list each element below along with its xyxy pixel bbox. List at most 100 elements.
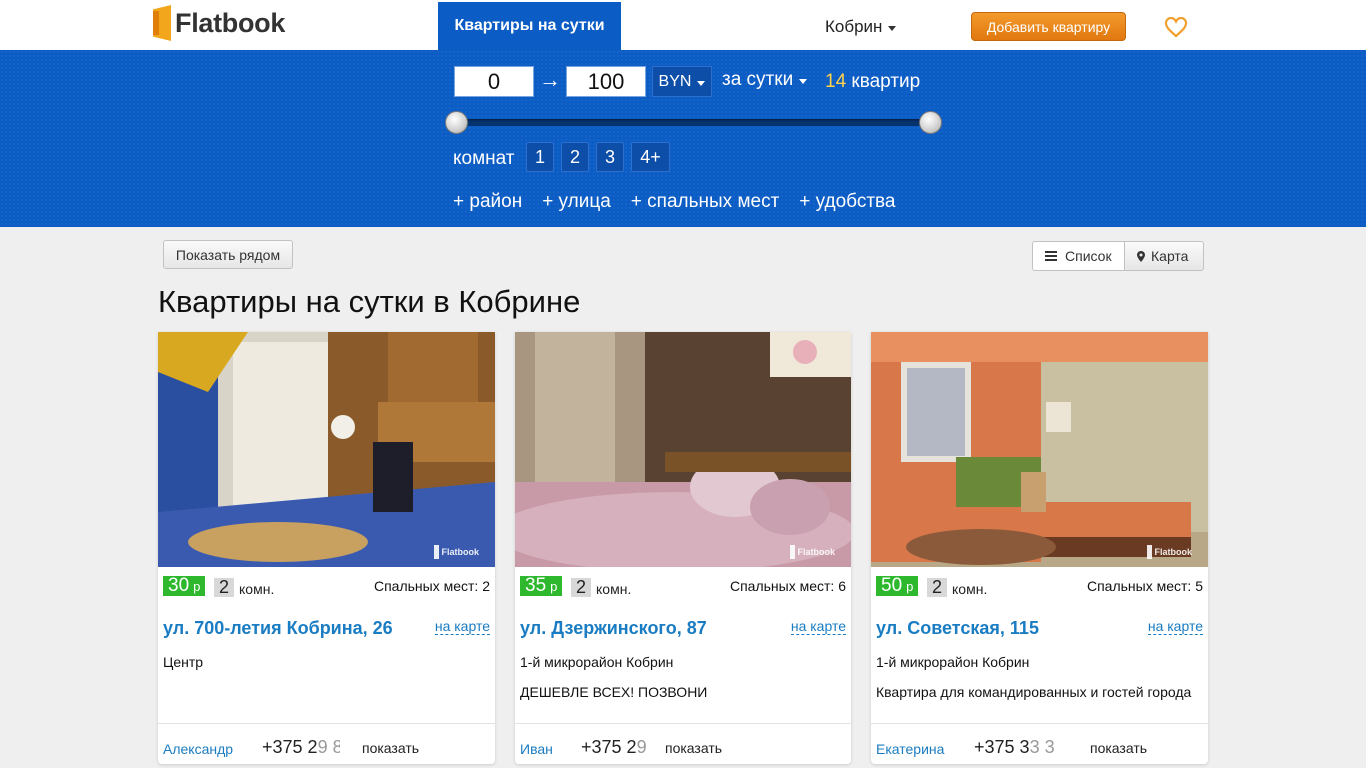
results-count-label: квартир [851, 71, 921, 92]
listing-district: Центр [163, 654, 204, 670]
listing-card[interactable]: Flatbook 35 р 2 комн. Спальных мест: 6 у… [515, 332, 851, 764]
currency-value: BYN [658, 72, 692, 90]
price-slider-max-handle[interactable] [919, 111, 942, 134]
price-value: 35 [525, 575, 547, 596]
period-value: за сутки [722, 69, 794, 90]
rooms-label: комнат [453, 148, 515, 169]
price-unit: р [193, 579, 201, 594]
map-view-label: Карта [1151, 248, 1189, 264]
list-icon [1045, 251, 1057, 261]
phone-visible-part: +375 2 [581, 737, 637, 757]
rooms-badge: 2 комн. [571, 578, 631, 597]
logo-text: Flatbook [175, 7, 286, 38]
show-nearby-button[interactable]: Показать рядом [163, 240, 293, 269]
price-badge: 35 р [520, 575, 563, 596]
photo-watermark-text: Flatbook [797, 547, 836, 557]
price-max-input[interactable]: 100 [566, 66, 646, 97]
currency-dropdown[interactable]: BYN [652, 66, 712, 97]
on-map-link[interactable]: на карте [434, 618, 490, 635]
filter-beds[interactable]: + спальных мест [631, 191, 779, 213]
listing-address-link[interactable]: ул. Дзержинского, 87 [520, 618, 707, 639]
logo[interactable]: Flatbook [153, 4, 285, 42]
owner-name-link[interactable]: Иван [520, 741, 553, 757]
listing-description: ДЕШЕВЛЕ ВСЕХ! ПОЗВОНИ [520, 684, 708, 700]
price-badge: 30 р [163, 575, 206, 596]
list-view-label: Список [1065, 248, 1112, 264]
caret-down-icon [799, 79, 808, 84]
map-pin-icon [1137, 250, 1145, 262]
listing-photo[interactable]: Flatbook [515, 332, 851, 567]
top-header: Flatbook Квартиры на сутки Кобрин Добави… [0, 0, 1366, 50]
photo-watermark: Flatbook [1146, 545, 1193, 559]
rooms-count: 2 [571, 578, 592, 597]
listing-card[interactable]: Flatbook 30 р 2 комн. Спальных мест: 2 у… [158, 332, 495, 764]
phone-hidden-part: 9 8 [317, 737, 340, 757]
listing-photo[interactable]: Flatbook [871, 332, 1208, 567]
price-unit: р [550, 579, 558, 594]
extra-filters: + район + улица + спальных мест + удобст… [453, 191, 896, 213]
phone-visible-part: +375 3 [974, 737, 1030, 757]
listing-photo[interactable]: Flatbook [158, 332, 495, 567]
listing-address-link[interactable]: ул. Советская, 115 [876, 618, 1039, 639]
on-map-link[interactable]: на карте [1147, 618, 1203, 635]
rooms-count: 2 [927, 578, 948, 597]
show-phone-button[interactable]: показать [665, 740, 722, 756]
listing-address-link[interactable]: ул. 700-летия Кобрина, 26 [163, 618, 393, 639]
room-option-3[interactable]: 3 [596, 142, 624, 172]
list-view-button[interactable]: Список [1032, 241, 1125, 271]
add-apartment-button[interactable]: Добавить квартиру [971, 12, 1126, 41]
nav-tab-apartments[interactable]: Квартиры на сутки [438, 2, 621, 50]
listing-card[interactable]: Flatbook 50 р 2 комн. Спальных мест: 5 у… [871, 332, 1208, 764]
city-name: Кобрин [825, 17, 883, 36]
filter-street[interactable]: + улица [542, 191, 611, 213]
show-phone-button[interactable]: показать [1090, 740, 1147, 756]
listing-district: 1-й микрорайон Кобрин [520, 654, 674, 670]
price-min-input[interactable]: 0 [454, 66, 534, 97]
map-view-button[interactable]: Карта [1125, 241, 1204, 271]
beds-count: Спальных мест: 5 [1086, 578, 1203, 594]
door-logo-icon [153, 5, 171, 41]
price-badge: 50 р [876, 576, 919, 596]
beds-count: Спальных мест: 2 [373, 578, 490, 594]
room-option-2[interactable]: 2 [561, 142, 589, 172]
card-footer: Иван +375 29 показать [515, 723, 851, 764]
phone-visible-part: +375 2 [262, 737, 318, 757]
phone-hidden-part: 3 3 [1029, 737, 1055, 757]
card-footer: Екатерина +375 33 3 показать [871, 723, 1208, 764]
phone-number: +375 29 8 [262, 737, 340, 758]
room-option-4plus[interactable]: 4+ [631, 142, 670, 172]
view-toggle: Список Карта [1032, 241, 1204, 271]
caret-down-icon [888, 26, 897, 31]
results-count: 14 квартир [825, 71, 920, 93]
photo-watermark-text: Flatbook [441, 547, 480, 557]
on-map-link[interactable]: на карте [790, 618, 846, 635]
phone-hidden-part: 9 [636, 737, 647, 757]
city-selector[interactable]: Кобрин [825, 17, 897, 37]
rooms-unit: комн. [596, 581, 632, 597]
phone-number: +375 29 [581, 737, 651, 758]
phone-number: +375 33 3 [974, 737, 1058, 758]
filter-district[interactable]: + район [453, 191, 522, 213]
price-slider-track[interactable] [456, 119, 930, 126]
filter-amenities[interactable]: + удобства [799, 191, 895, 213]
rooms-badge: 2 комн. [214, 578, 274, 597]
show-phone-button[interactable]: показать [362, 740, 419, 756]
period-dropdown[interactable]: за сутки [722, 69, 808, 91]
room-option-1[interactable]: 1 [526, 142, 554, 172]
rooms-count: 2 [214, 578, 235, 597]
range-arrow: → [539, 67, 561, 92]
rooms-badge: 2 комн. [927, 578, 987, 597]
photo-watermark: Flatbook [789, 545, 836, 559]
photo-watermark: Flatbook [433, 545, 480, 559]
price-slider-min-handle[interactable] [445, 111, 468, 134]
photo-watermark-text: Flatbook [1154, 547, 1193, 557]
price-value: 30 [168, 575, 190, 596]
beds-count: Спальных мест: 6 [729, 578, 846, 594]
listing-description: Квартира для командированных и гостей го… [876, 684, 1192, 700]
results-count-number: 14 [825, 71, 847, 92]
owner-name-link[interactable]: Александр [163, 741, 233, 757]
filter-panel: 0 → 100 BYN за сутки 14 квартир комнат 1… [0, 50, 1366, 227]
caret-down-icon [697, 80, 706, 86]
heart-favorites-icon[interactable] [1164, 16, 1188, 38]
owner-name-link[interactable]: Екатерина [876, 741, 944, 757]
